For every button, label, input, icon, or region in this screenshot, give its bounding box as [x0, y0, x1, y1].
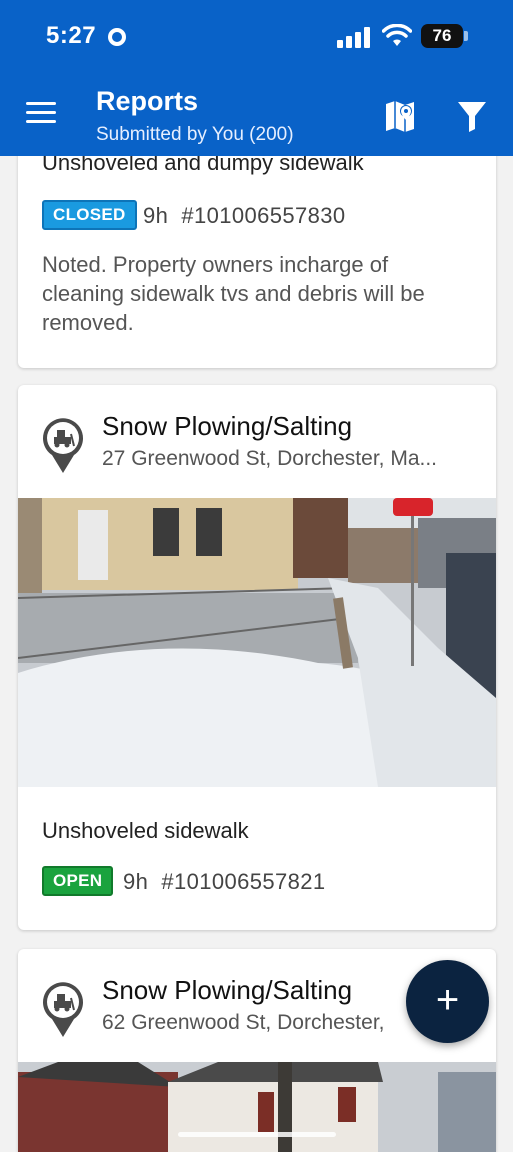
status-time: 5:27	[46, 22, 97, 49]
status-badge: OPEN	[42, 866, 114, 896]
battery-cap	[464, 31, 468, 41]
status-bar: 5:27 76	[0, 0, 513, 72]
page-subtitle: Submitted by You (200)	[96, 124, 294, 145]
signal-icon	[337, 26, 375, 48]
report-id: #101006557821	[161, 869, 326, 894]
menu-button[interactable]	[22, 102, 60, 128]
snow-plow-pin-icon	[43, 982, 83, 1037]
snow-plow-pin-icon	[43, 418, 83, 473]
battery-indicator: 76	[421, 24, 463, 48]
report-card[interactable]: Snow Plowing/Salting 27 Greenwood St, Do…	[18, 385, 496, 930]
report-address: 27 Greenwood St, Dorchester, Ma...	[102, 447, 437, 470]
report-age: 9h	[123, 869, 149, 894]
menu-icon	[26, 102, 56, 105]
report-address: 62 Greenwood St, Dorchester,	[102, 1011, 385, 1034]
report-category: Snow Plowing/Salting	[102, 411, 353, 441]
report-age: 9h	[143, 203, 169, 228]
report-photo[interactable]	[18, 498, 496, 787]
map-icon[interactable]	[380, 96, 420, 136]
report-note: Noted. Property owners incharge of clean…	[42, 252, 425, 335]
report-description: Unshoveled sidewalk	[42, 818, 249, 843]
wifi-icon	[382, 24, 412, 46]
add-icon: +	[435, 978, 460, 1022]
add-report-button[interactable]: +	[406, 960, 489, 1043]
filter-icon[interactable]	[452, 96, 492, 136]
home-indicator	[178, 1132, 336, 1137]
report-category: Snow Plowing/Salting	[102, 975, 353, 1005]
location-icon	[108, 28, 126, 46]
report-meta: 9h #101006557830	[143, 203, 346, 229]
report-card[interactable]: Unshoveled and dumpy sidewalk CLOSED 9h …	[18, 120, 496, 368]
report-meta: 9h #101006557821	[123, 869, 326, 895]
page-title: Reports	[96, 86, 199, 116]
top-bar: 5:27 76 Reports Submitted by You (200)	[0, 0, 513, 156]
app-bar: Reports Submitted by You (200)	[0, 72, 513, 156]
report-id: #101006557830	[181, 203, 346, 228]
report-photo[interactable]	[18, 1062, 496, 1152]
status-badge: CLOSED	[42, 200, 137, 230]
